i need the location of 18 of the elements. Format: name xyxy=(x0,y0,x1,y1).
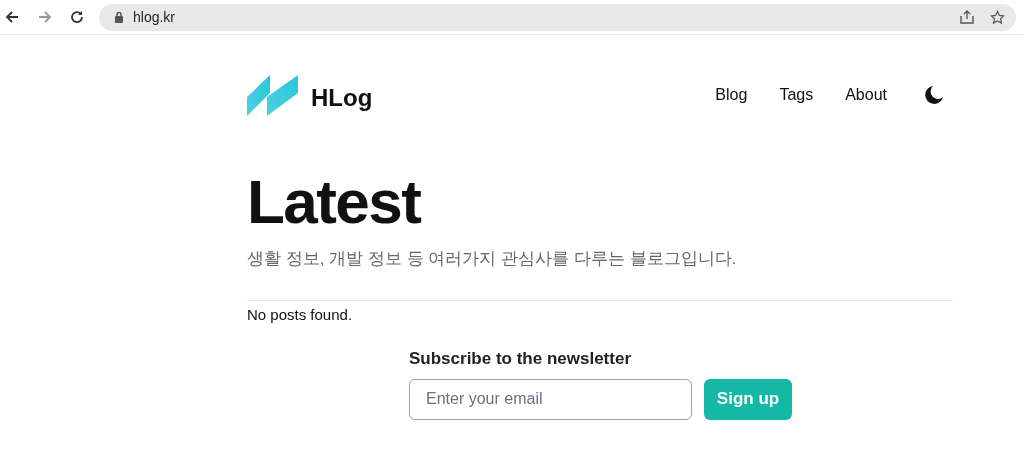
url-text: hlog.kr xyxy=(133,7,176,27)
reload-icon[interactable] xyxy=(69,9,85,25)
email-field[interactable]: Enter your email xyxy=(409,378,692,420)
forward-icon[interactable] xyxy=(37,9,53,25)
newsletter-heading: Subscribe to the newsletter xyxy=(409,348,632,370)
site-name[interactable]: HLog xyxy=(311,80,373,116)
nav-link[interactable]: Blog xyxy=(715,83,748,107)
lock-icon xyxy=(114,11,124,23)
address-bar[interactable]: hlog.kr xyxy=(99,3,1016,31)
page-title: Latest xyxy=(247,166,422,238)
moon-icon[interactable] xyxy=(924,85,944,105)
star-icon[interactable] xyxy=(990,9,1005,25)
share-icon[interactable] xyxy=(959,9,975,25)
nav-link[interactable]: Tags xyxy=(779,83,814,107)
nav-link[interactable]: About xyxy=(845,83,887,107)
empty-message: No posts found. xyxy=(247,304,354,325)
page-description: 생활 정보, 개발 정보 등 여러가지 관심사를 다루는 블로그입니다. xyxy=(247,248,738,270)
back-icon[interactable] xyxy=(4,9,20,25)
